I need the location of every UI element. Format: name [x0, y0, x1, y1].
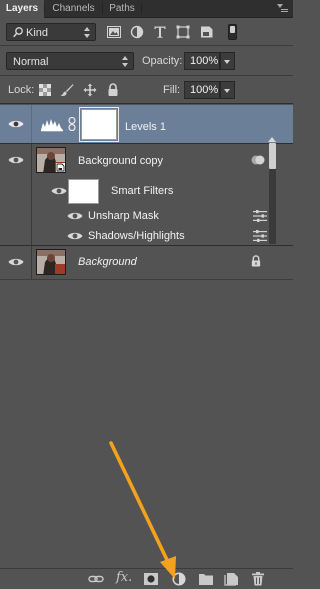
visibility-eye-icon[interactable] — [8, 119, 24, 129]
levels-adjustment-icon — [40, 116, 64, 132]
layer-style-icon[interactable]: fx. — [116, 570, 132, 585]
layer-mask-icon[interactable] — [143, 572, 159, 586]
layer-lock-icon[interactable] — [249, 255, 261, 268]
fill-dropdown-button[interactable] — [220, 81, 235, 99]
fill-input[interactable]: 100% — [184, 81, 220, 99]
lock-transparent-pixels-icon[interactable] — [38, 83, 52, 97]
panel-menu-icon[interactable] — [277, 4, 288, 13]
lock-image-pixels-icon[interactable] — [60, 83, 74, 97]
visibility-eye-icon[interactable] — [8, 257, 24, 267]
mask-link-chain-icon[interactable] — [68, 116, 76, 132]
delete-layer-icon[interactable] — [250, 572, 266, 586]
new-group-icon[interactable] — [198, 572, 214, 586]
fill-label: Fill: — [163, 84, 181, 96]
shape-layer-filter-icon[interactable] — [176, 25, 190, 39]
tab-layers[interactable]: Layers — [0, 0, 44, 18]
blend-mode-select[interactable]: Normal — [6, 52, 134, 70]
visibility-eye-icon[interactable] — [51, 186, 67, 196]
layer-mask-thumbnail[interactable] — [79, 107, 119, 142]
panel-tab-bar: Layers Channels Paths — [0, 0, 293, 18]
pixel-layer-filter-icon[interactable] — [107, 25, 121, 39]
opacity-label: Opacity: — [142, 55, 183, 67]
filter-name[interactable]: Unsharp Mask — [88, 210, 159, 222]
filter-row-unsharp-mask[interactable]: Unsharp Mask — [0, 206, 293, 226]
layer-row-background-copy[interactable]: Background copy — [0, 144, 293, 178]
new-layer-icon[interactable] — [224, 572, 240, 586]
smart-object-filter-icon[interactable] — [200, 25, 214, 39]
filter-toggle-switch[interactable] — [228, 24, 237, 40]
filter-blending-options-icon[interactable] — [253, 210, 267, 222]
layer-thumbnail-photo — [36, 249, 66, 275]
type-layer-filter-icon[interactable] — [153, 25, 167, 39]
filter-name[interactable]: Shadows/Highlights — [88, 230, 185, 242]
smart-filters-row[interactable]: Smart Filters — [0, 178, 293, 245]
opacity-input[interactable]: 100% — [184, 52, 220, 70]
lock-all-icon[interactable] — [106, 83, 120, 97]
layer-name[interactable]: Background copy — [78, 155, 163, 167]
smart-object-badge-icon — [56, 163, 65, 172]
search-icon — [13, 27, 23, 38]
visibility-eye-icon[interactable] — [8, 155, 24, 165]
adjustment-layer-icon[interactable] — [171, 572, 187, 586]
scroll-up-arrow-icon[interactable] — [268, 137, 276, 142]
lock-label: Lock: — [8, 84, 35, 96]
layer-name[interactable]: Background — [78, 256, 137, 268]
lock-position-icon[interactable] — [83, 83, 97, 97]
visibility-eye-icon[interactable] — [67, 211, 83, 221]
adjustment-layer-filter-icon[interactable] — [130, 25, 144, 39]
layers-bottom-toolbar: fx. — [0, 568, 293, 589]
layer-thumbnail-photo — [36, 147, 66, 173]
filter-kind-select[interactable]: Kind — [6, 23, 96, 41]
layer-name[interactable]: Levels 1 — [125, 121, 166, 133]
smart-filters-indicator-icon[interactable] — [251, 154, 265, 166]
opacity-dropdown-button[interactable] — [220, 52, 235, 70]
visibility-eye-icon[interactable] — [67, 231, 83, 241]
smart-filter-mask-thumbnail[interactable] — [68, 179, 99, 204]
filter-kind-value: Kind — [26, 27, 49, 39]
tab-paths[interactable]: Paths — [103, 0, 141, 17]
blend-mode-value: Normal — [13, 56, 49, 68]
layer-row-levels[interactable]: Levels 1 — [0, 105, 293, 143]
layers-scrollbar-thumb[interactable] — [269, 143, 276, 169]
layers-panel: Layers Channels Paths Kind Normal Opacit… — [0, 0, 293, 589]
smart-filters-label: Smart Filters — [111, 185, 174, 197]
layer-row-background[interactable]: Background — [0, 246, 293, 279]
tab-channels[interactable]: Channels — [45, 0, 102, 17]
filter-row-shadows-highlights[interactable]: Shadows/Highlights — [0, 226, 293, 245]
filter-blending-options-icon[interactable] — [253, 230, 267, 242]
link-layers-icon[interactable] — [88, 572, 104, 586]
